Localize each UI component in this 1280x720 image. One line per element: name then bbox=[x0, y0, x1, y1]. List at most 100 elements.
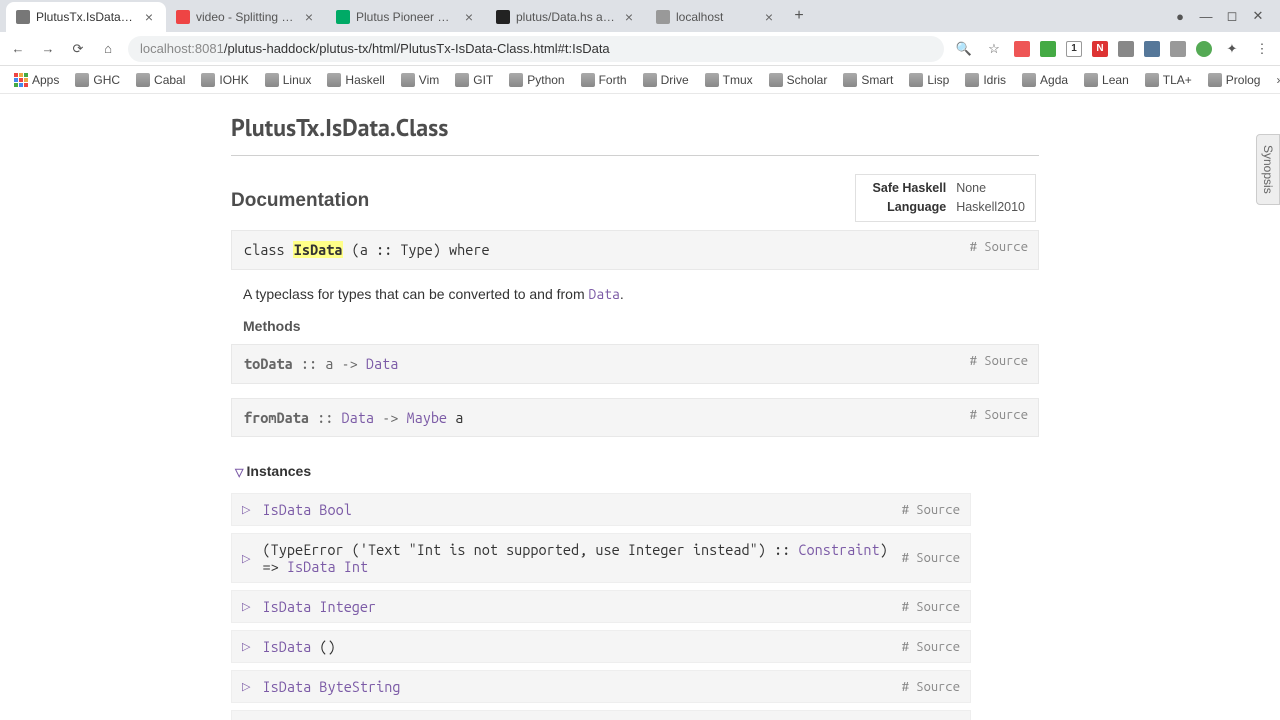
menu-button[interactable]: ⋮ bbox=[1252, 39, 1272, 59]
close-icon[interactable]: × bbox=[142, 10, 156, 24]
instance-signature: (TypeError ('Text "Int is not supported,… bbox=[262, 541, 891, 575]
ext-icon-6[interactable] bbox=[1144, 41, 1160, 57]
type-link[interactable]: Constraint bbox=[798, 541, 879, 558]
data-type-link[interactable]: Data bbox=[341, 409, 373, 426]
bookmarks-overflow[interactable]: » bbox=[1270, 73, 1280, 87]
instance-toggle[interactable]: ▷ bbox=[242, 600, 250, 613]
ext-icon-1[interactable] bbox=[1014, 41, 1030, 57]
folder-icon bbox=[843, 73, 857, 87]
class-link[interactable]: IsData bbox=[262, 598, 311, 615]
instance-signature: IsData () bbox=[262, 638, 891, 655]
method-fromdata: fromData :: Data -> Maybe a # Source bbox=[231, 398, 1039, 438]
instances-toggle[interactable]: Instances bbox=[235, 463, 1039, 479]
bookmark-folder[interactable]: Vim bbox=[395, 69, 445, 91]
methods-heading: Methods bbox=[243, 318, 1039, 334]
bookmark-folder[interactable]: GHC bbox=[69, 69, 126, 91]
tab-title: video - Splitting an MP4 bbox=[196, 10, 296, 24]
source-link[interactable]: # Source bbox=[970, 238, 1028, 258]
folder-icon bbox=[509, 73, 523, 87]
class-doc: A typeclass for types that can be conver… bbox=[243, 286, 1039, 302]
ext-icon-8[interactable] bbox=[1196, 41, 1212, 57]
close-icon[interactable]: × bbox=[762, 10, 776, 24]
type-link[interactable]: ByteString bbox=[319, 678, 400, 695]
bookmarks-bar: AppsGHCCabalIOHKLinuxHaskellVimGITPython… bbox=[0, 66, 1280, 94]
instance-toggle[interactable]: ▷ bbox=[242, 503, 250, 516]
type-link[interactable]: Integer bbox=[319, 598, 376, 615]
synopsis-tab[interactable]: Synopsis bbox=[1256, 134, 1280, 205]
instance-toggle[interactable]: ▷ bbox=[242, 552, 250, 565]
method-name[interactable]: toData bbox=[244, 355, 293, 372]
record-icon[interactable]: ● bbox=[1172, 8, 1188, 24]
instance-signature: IsData ByteString bbox=[262, 678, 891, 695]
tab[interactable]: PlutusTx.IsData.Class× bbox=[6, 2, 166, 32]
minimize-icon[interactable]: — bbox=[1198, 8, 1214, 24]
type-link[interactable]: Int bbox=[344, 558, 368, 575]
class-link[interactable]: IsData bbox=[262, 678, 311, 695]
class-keyword: class bbox=[244, 241, 285, 258]
close-icon[interactable]: × bbox=[302, 10, 316, 24]
home-button[interactable]: ⌂ bbox=[98, 39, 118, 59]
maybe-type-link[interactable]: Maybe bbox=[406, 409, 447, 426]
bookmark-folder[interactable]: Tmux bbox=[699, 69, 759, 91]
bookmark-folder[interactable]: Python bbox=[503, 69, 570, 91]
bookmark-folder[interactable]: Cabal bbox=[130, 69, 191, 91]
tab[interactable]: Plutus Pioneer Program× bbox=[326, 2, 486, 32]
class-link[interactable]: IsData bbox=[287, 558, 336, 575]
source-link[interactable]: # Source bbox=[902, 640, 960, 654]
maximize-icon[interactable]: ◻ bbox=[1224, 8, 1240, 24]
bookmark-folder[interactable]: Drive bbox=[637, 69, 695, 91]
class-link[interactable]: IsData bbox=[262, 638, 311, 655]
source-link[interactable]: # Source bbox=[970, 352, 1028, 372]
bookmark-folder[interactable]: Forth bbox=[575, 69, 633, 91]
instance-toggle[interactable]: ▷ bbox=[242, 640, 250, 653]
tab[interactable]: plutus/Data.hs at maste × bbox=[486, 2, 646, 32]
class-link[interactable]: IsData bbox=[262, 501, 311, 518]
type-link[interactable]: Bool bbox=[319, 501, 351, 518]
reload-button[interactable]: ⟳ bbox=[68, 39, 88, 59]
bookmark-folder[interactable]: TLA+ bbox=[1139, 69, 1198, 91]
back-button[interactable]: ← bbox=[8, 39, 28, 59]
ext-icon-4[interactable]: N bbox=[1092, 41, 1108, 57]
forward-button[interactable]: → bbox=[38, 39, 58, 59]
apps-button[interactable]: Apps bbox=[8, 69, 65, 91]
bookmark-folder[interactable]: Scholar bbox=[763, 69, 834, 91]
url-bar[interactable]: localhost:8081/plutus-haddock/plutus-tx/… bbox=[128, 36, 944, 62]
source-link[interactable]: # Source bbox=[970, 406, 1028, 426]
instance-toggle[interactable]: ▷ bbox=[242, 680, 250, 693]
bookmark-folder[interactable]: GIT bbox=[449, 69, 499, 91]
bookmark-folder[interactable]: Haskell bbox=[321, 69, 390, 91]
bookmark-folder[interactable]: Idris bbox=[959, 69, 1012, 91]
zoom-icon[interactable]: 🔍 bbox=[954, 39, 974, 59]
ext-icon-2[interactable] bbox=[1040, 41, 1056, 57]
star-icon[interactable]: ☆ bbox=[984, 39, 1004, 59]
close-icon[interactable]: ✕ bbox=[1250, 8, 1266, 24]
tab[interactable]: video - Splitting an MP4 × bbox=[166, 2, 326, 32]
ext-icon-3[interactable]: 1 bbox=[1066, 41, 1082, 57]
bookmark-folder[interactable]: Lisp bbox=[903, 69, 955, 91]
data-type-link[interactable]: Data bbox=[589, 286, 620, 302]
bookmark-folder[interactable]: Smart bbox=[837, 69, 899, 91]
close-icon[interactable]: × bbox=[462, 10, 476, 24]
ext-icon-7[interactable] bbox=[1170, 41, 1186, 57]
source-link[interactable]: # Source bbox=[902, 600, 960, 614]
ext-icon-5[interactable] bbox=[1118, 41, 1134, 57]
instance-row: ▷ IsData Integer # Source bbox=[231, 590, 971, 623]
url-path: /plutus-haddock/plutus-tx/html/PlutusTx-… bbox=[224, 41, 610, 56]
source-link[interactable]: # Source bbox=[902, 551, 960, 565]
method-name[interactable]: fromData bbox=[244, 409, 309, 426]
bookmark-folder[interactable]: Prolog bbox=[1202, 69, 1267, 91]
class-name[interactable]: IsData bbox=[293, 241, 344, 258]
bookmark-folder[interactable]: Agda bbox=[1016, 69, 1074, 91]
bookmark-folder[interactable]: IOHK bbox=[195, 69, 254, 91]
bookmark-folder[interactable]: Lean bbox=[1078, 69, 1135, 91]
bookmark-folder[interactable]: Linux bbox=[259, 69, 318, 91]
new-tab-button[interactable]: + bbox=[786, 3, 812, 29]
source-link[interactable]: # Source bbox=[902, 680, 960, 694]
source-link[interactable]: # Source bbox=[902, 503, 960, 517]
return-type-link[interactable]: Data bbox=[366, 355, 398, 372]
extensions-button[interactable]: ✦ bbox=[1222, 39, 1242, 59]
tab-title: plutus/Data.hs at maste bbox=[516, 10, 616, 24]
tab[interactable]: localhost× bbox=[646, 2, 786, 32]
close-icon[interactable]: × bbox=[622, 10, 636, 24]
page-content: Safe HaskellNone LanguageHaskell2010 Plu… bbox=[0, 94, 1280, 720]
